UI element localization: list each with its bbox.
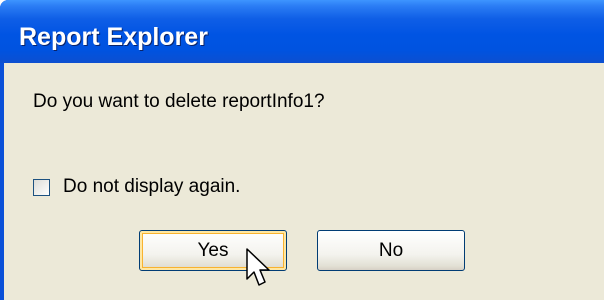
dialog-title: Report Explorer <box>19 23 208 51</box>
mouse-pointer-icon <box>246 248 270 286</box>
do-not-display-again-checkbox[interactable] <box>33 178 50 196</box>
report-explorer-dialog: Report Explorer Do you want to delete re… <box>0 0 604 300</box>
title-bar[interactable]: Report Explorer <box>0 0 604 63</box>
do-not-display-again-label[interactable]: Do not display again. <box>63 176 240 198</box>
confirm-message: Do you want to delete reportInfo1? <box>33 91 325 112</box>
do-not-display-again-option[interactable]: Do not display again. <box>33 176 240 198</box>
dialog-body: Do you want to delete reportInfo1? Do no… <box>4 63 604 300</box>
no-button[interactable]: No <box>317 230 465 271</box>
